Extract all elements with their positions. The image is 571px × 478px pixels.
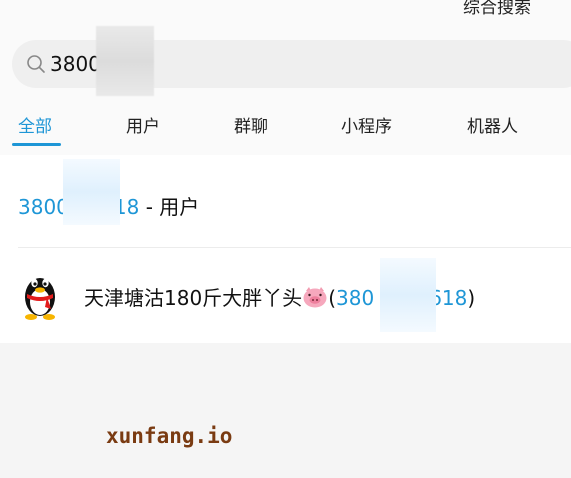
contact-qq-prefix: 380 <box>336 286 375 310</box>
tab-all[interactable]: 全部 <box>18 112 52 137</box>
results-list: 3800 18 - 用户 天津塘沽180斤大胖丫头 (380 618) <box>0 155 571 343</box>
contact-qq-open-paren: ( <box>328 286 336 310</box>
tab-mini-programs[interactable]: 小程序 <box>341 112 392 137</box>
page-title: 综合搜索 <box>463 0 531 18</box>
redaction-mask <box>380 258 436 332</box>
result-type-label: - 用户 <box>139 195 200 219</box>
tab-bar: 全部 用户 群聊 小程序 机器人 <box>0 104 571 150</box>
watermark: xunfang.io <box>106 424 233 448</box>
search-header: 综合搜索 全部 用户 群聊 小程序 机器人 <box>0 0 571 155</box>
divider <box>18 247 571 248</box>
qq-penguin-avatar-icon <box>25 278 55 320</box>
tab-bots[interactable]: 机器人 <box>467 112 518 137</box>
pig-face-emoji-icon <box>303 287 327 308</box>
matched-number-prefix: 3800 <box>18 195 69 219</box>
tab-users[interactable]: 用户 <box>126 112 160 137</box>
tab-groups[interactable]: 群聊 <box>234 112 268 137</box>
redaction-mask <box>63 159 120 225</box>
redaction-mask <box>96 26 154 96</box>
contact-qq-close-paren: ) <box>467 286 476 310</box>
search-icon <box>27 55 45 73</box>
active-tab-indicator <box>12 143 61 146</box>
contact-name: 天津塘沽180斤大胖丫头 <box>84 286 303 310</box>
